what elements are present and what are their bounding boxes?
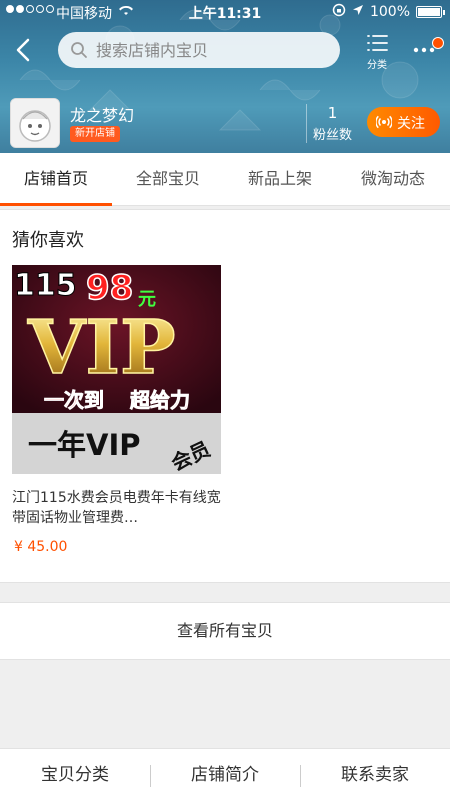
contact-seller-button[interactable]: 联系卖家	[300, 749, 450, 800]
back-button[interactable]	[8, 34, 40, 66]
shop-tabs: 店铺首页 全部宝贝 新品上架 微淘动态	[0, 153, 450, 206]
active-tab-indicator	[0, 203, 112, 206]
tab-weitao-feed[interactable]: 微淘动态	[336, 153, 450, 206]
fans-count: 1	[327, 104, 338, 122]
tab-new-arrivals[interactable]: 新品上架	[224, 153, 336, 206]
svg-text:98: 98	[86, 268, 133, 308]
follow-button[interactable]: 关注	[367, 107, 440, 137]
search-icon	[71, 42, 87, 58]
shop-intro-button[interactable]: 店铺简介	[150, 749, 300, 800]
category-button[interactable]: 分类	[360, 32, 394, 71]
tab-label: 全部宝贝	[135, 169, 200, 188]
search-box[interactable]	[58, 32, 340, 68]
battery-icon	[416, 6, 445, 18]
follow-label: 关注	[397, 116, 425, 132]
shop-header: 中国移动 上午11:31 100% 搜索店铺内宝贝 分类 龙之梦幻 新开店铺 1…	[0, 0, 450, 153]
broadcast-icon	[376, 115, 392, 129]
shop-name: 龙之梦幻	[70, 106, 135, 125]
rotation-lock-icon	[332, 3, 346, 21]
bottom-toolbar: 宝贝分类 店铺简介 联系卖家	[0, 748, 450, 800]
status-bar: 中国移动 上午11:31 100%	[0, 0, 450, 24]
fans-label: 粉丝数	[312, 128, 352, 143]
list-icon	[367, 35, 388, 51]
svg-text:115: 115	[14, 268, 77, 303]
tab-all-items[interactable]: 全部宝贝	[112, 153, 224, 206]
view-all-items-button[interactable]: 查看所有宝贝	[0, 602, 450, 660]
tab-label: 微淘动态	[360, 169, 425, 188]
recommendation-section: 猜你喜欢 115 98 元 VIP 一次到 超给力 一年VIP 会员 江门115…	[0, 209, 450, 583]
svg-text:一次到: 一次到	[44, 388, 104, 412]
product-price: ¥ 45.00	[14, 539, 68, 555]
tab-shop-home[interactable]: 店铺首页	[0, 153, 112, 206]
svg-text:VIP: VIP	[27, 305, 176, 391]
shop-logo-icon	[11, 99, 59, 147]
chevron-left-icon	[16, 38, 30, 62]
category-label: 分类	[367, 60, 387, 71]
tab-label: 新品上架	[247, 169, 312, 188]
product-title[interactable]: 江门115水费会员电费年卡有线宽带固话物业管理费…	[12, 488, 227, 528]
new-shop-badge: 新开店铺	[70, 126, 120, 142]
shop-avatar[interactable]	[10, 98, 60, 148]
svg-text:超给力: 超给力	[129, 388, 190, 412]
location-icon	[352, 4, 364, 20]
product-image[interactable]: 115 98 元 VIP 一次到 超给力 一年VIP 会员	[12, 265, 221, 474]
notification-dot	[432, 37, 444, 49]
item-categories-button[interactable]: 宝贝分类	[0, 749, 150, 800]
tab-label: 店铺首页	[23, 169, 88, 188]
fans-counter: 1 粉丝数	[306, 104, 358, 143]
vip-promo-image: 115 98 元 VIP 一次到 超给力 一年VIP 会员	[12, 265, 221, 474]
svg-text:一年VIP: 一年VIP	[28, 428, 141, 462]
battery-percent: 100%	[369, 4, 410, 20]
section-title: 猜你喜欢	[12, 230, 84, 251]
search-input[interactable]	[96, 32, 332, 68]
